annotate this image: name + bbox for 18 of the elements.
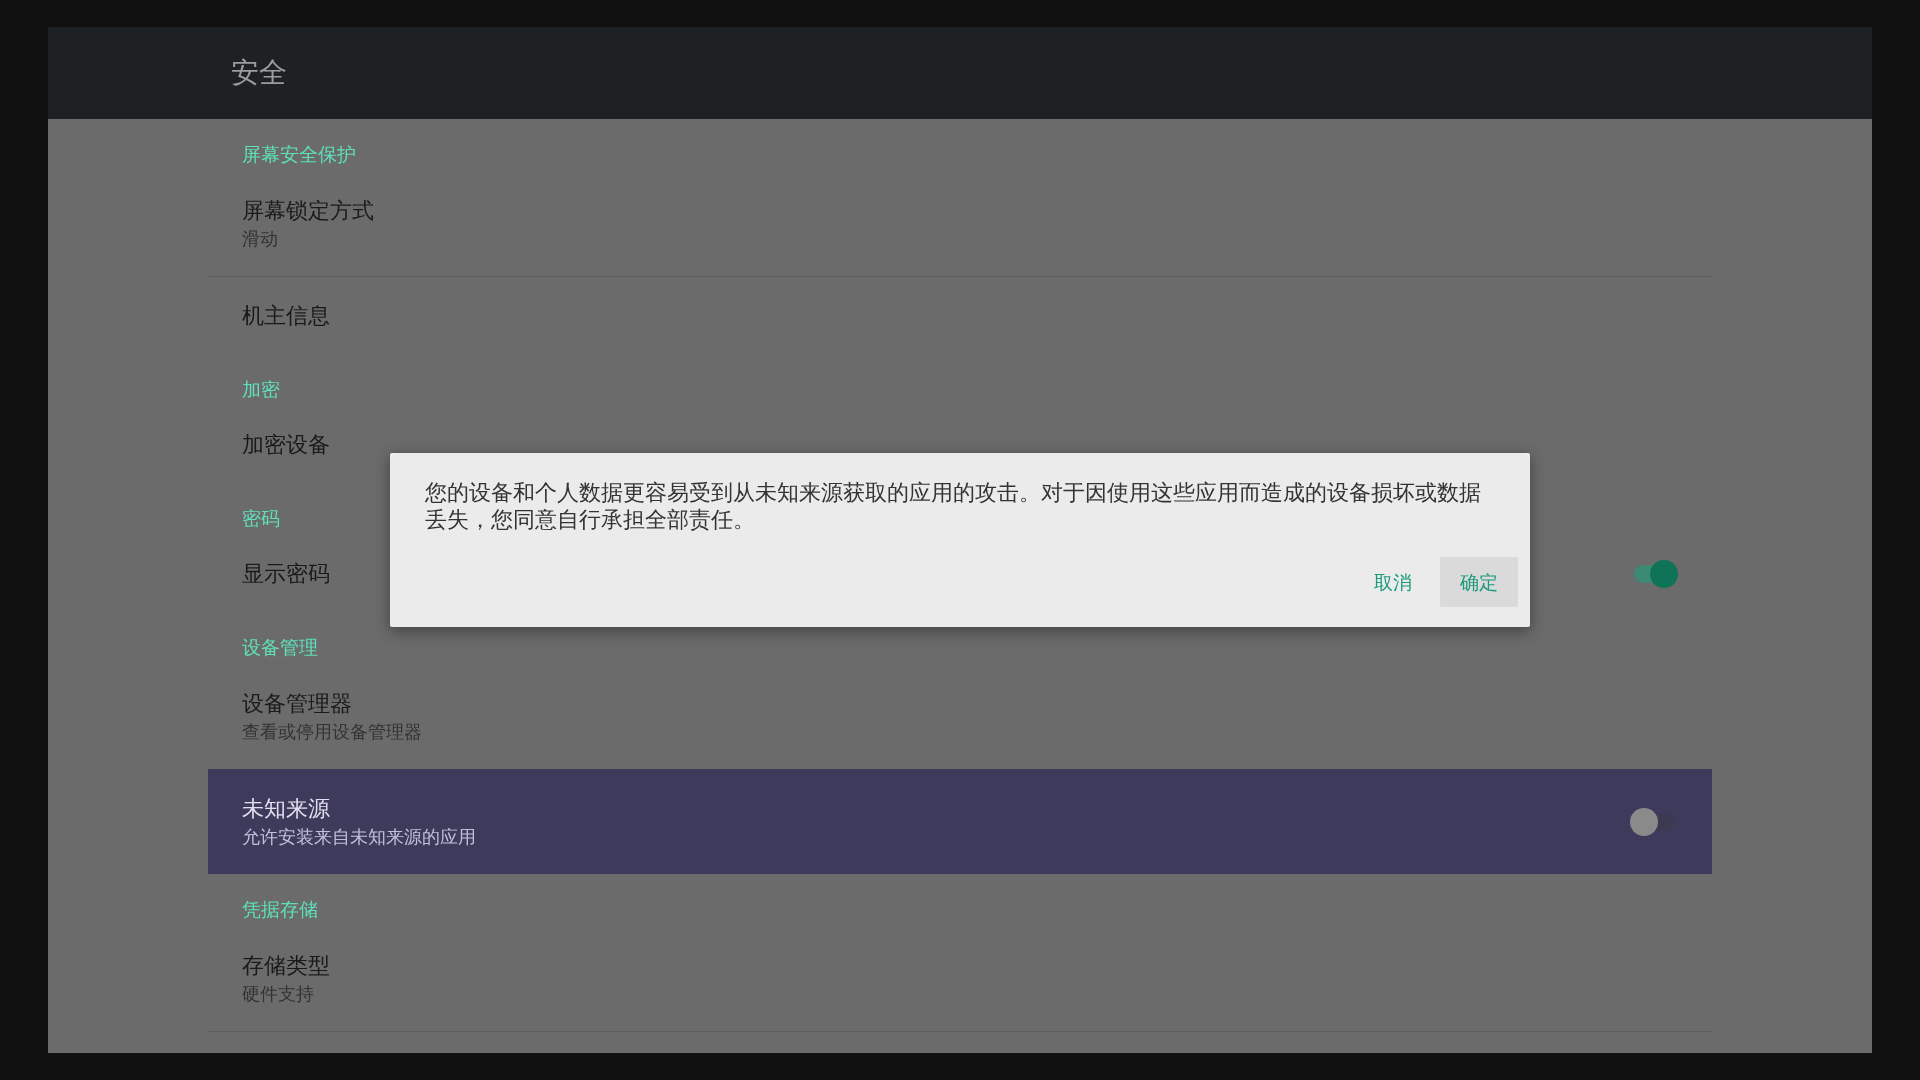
row-summary: 滑动 [242,226,278,251]
dialog-message: 您的设备和个人数据更容易受到从未知来源获取的应用的攻击。对于因使用这些应用而造成的设备损坏或数据丢失，您同意自行承担全部责任。 [425,479,1482,533]
row-title: 显示密码 [242,559,330,588]
row-title: 未知来源 [242,794,330,823]
row-title: 存储类型 [242,951,330,980]
row-summary: 查看或停用设备管理器 [242,719,422,744]
row-title: 设备管理器 [242,689,352,718]
category-header: 密码 [242,506,280,530]
category-header: 设备管理 [242,635,318,659]
category-header: 屏幕安全保护 [242,142,356,166]
row-title: 加密设备 [242,430,330,459]
row-title: 屏幕锁定方式 [242,196,374,225]
category-header: 凭据存储 [242,897,318,921]
category-header: 加密 [242,377,280,401]
row-summary: 硬件支持 [242,981,314,1006]
page-title: 安全 [231,55,287,91]
row-title: 机主信息 [242,301,330,330]
row-summary: 允许安装来自未知来源的应用 [242,824,476,849]
